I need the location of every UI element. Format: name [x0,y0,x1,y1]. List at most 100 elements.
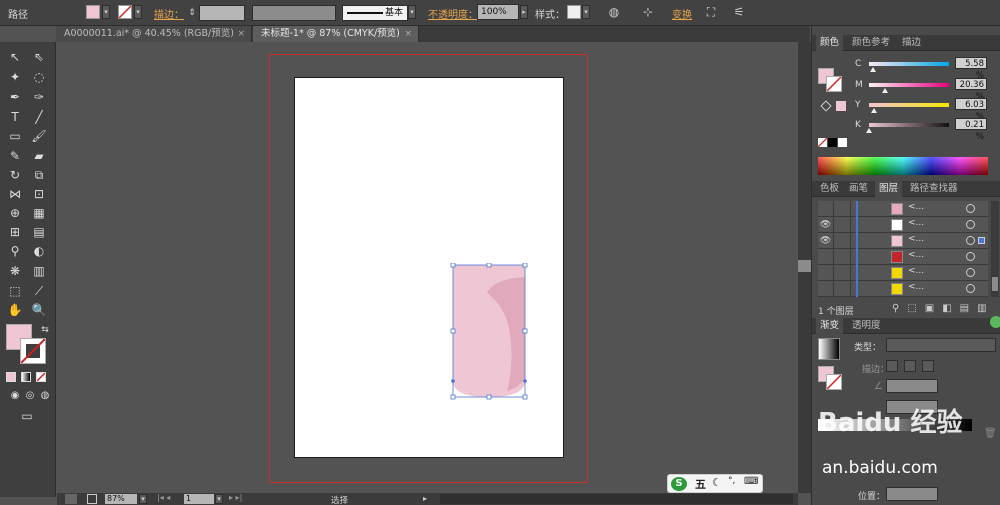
layer-row[interactable]: <... [818,249,988,265]
artboard-tool-icon[interactable]: ⬚ [6,283,24,299]
transform-link[interactable]: 变换 [672,6,692,21]
tab-color[interactable]: 颜色 [816,35,844,51]
eyedropper-tool-icon[interactable]: ⚲ [6,243,24,259]
stroke-dropdown[interactable]: ▾ [134,5,142,19]
tab-swatches[interactable]: 色板 [816,181,843,197]
gradient-angle-field[interactable] [886,379,938,393]
lock-toggle[interactable] [835,265,851,281]
target-icon[interactable] [966,252,975,261]
graphic-style-swatch[interactable] [567,5,581,19]
draw-inside-icon[interactable]: ◍ [36,388,54,404]
channel-k-value[interactable]: 0.21 % [955,118,987,142]
visibility-toggle[interactable] [818,249,834,265]
swap-colors-icon[interactable]: ⇆ [36,322,54,338]
variable-width-field[interactable] [252,5,336,21]
close-icon[interactable]: × [237,26,245,42]
channel-k-slider[interactable] [869,123,949,127]
zoom-field[interactable]: 87% [105,494,137,504]
tab-pathfinder[interactable]: 路径查找器 [906,181,962,197]
visibility-toggle[interactable] [818,201,834,217]
moon-icon[interactable]: ☾ [712,476,722,489]
vertical-scroll-thumb[interactable] [798,260,811,272]
tab-gradient[interactable]: 渐变 [816,318,844,334]
channel-y-value[interactable]: 6.03 % [955,98,987,122]
gamut-swatch[interactable] [836,101,846,111]
lock-toggle[interactable] [835,233,851,249]
gradient-type-select[interactable] [886,338,996,352]
fill-dropdown[interactable]: ▾ [102,5,110,19]
magic-wand-tool-icon[interactable]: ✦ [6,69,24,85]
symbol-sprayer-tool-icon[interactable]: ❋ [6,263,24,279]
stroke-weight-field[interactable] [199,5,245,21]
gradient-position-field[interactable] [886,487,938,501]
rotate-tool-icon[interactable]: ↻ [6,167,24,183]
tab-untitled-1[interactable]: 未标题-1* @ 87% (CMYK/预览) × [253,26,419,42]
layer-row[interactable]: 👁 <... [818,233,988,249]
isolate-icon[interactable]: ⛶ [703,4,719,20]
zoom-dropdown[interactable]: ▾ [139,494,147,504]
stroke-swatch[interactable] [118,5,132,19]
collapse-panel-icon[interactable] [990,316,1000,328]
channel-c-value[interactable]: 5.58 % [955,57,987,81]
workspace-icon[interactable] [65,494,77,504]
channel-k-thumb[interactable] [866,128,873,133]
opacity-dropdown[interactable]: ▸ [520,5,528,19]
selected-cup-shape[interactable] [449,263,529,401]
layers-scrollbar[interactable] [991,201,999,297]
selection-indicator[interactable] [978,237,985,244]
mesh-tool-icon[interactable]: ⊞ [6,224,24,240]
lock-toggle[interactable] [835,201,851,217]
channel-y-slider[interactable] [869,103,949,107]
opacity-link[interactable]: 不透明度： [428,6,478,21]
export-icon[interactable] [87,494,97,504]
fill-swatch[interactable] [86,5,100,19]
canvas-area[interactable] [57,42,798,493]
target-icon[interactable] [966,204,975,213]
layer-row[interactable]: 👁 <... [818,217,988,233]
status-arrow-icon[interactable]: ▸ [423,494,427,503]
horizontal-scrollbar[interactable] [440,494,793,504]
visibility-toggle[interactable] [818,281,834,297]
color-stroke-box[interactable] [826,76,842,92]
ime-toolbar[interactable]: S 五 ☾ °, ⌨ [667,474,763,493]
layers-footer-icons[interactable]: ⚲⬚▣◧▤▥ [892,303,995,314]
none-swatch[interactable] [818,138,827,147]
visibility-toggle[interactable]: 👁 [818,233,834,249]
line-tool-icon[interactable]: ╱ [30,109,48,125]
black-swatch[interactable] [828,138,837,147]
tab-color-guide[interactable]: 颜色参考 [848,35,894,51]
lock-toggle[interactable] [835,249,851,265]
target-icon[interactable] [966,220,975,229]
stroke-stepper-icon[interactable]: ⇕ [184,5,200,21]
gradient-stroke-box[interactable] [826,374,842,390]
gradient-mode-icon[interactable] [21,372,31,382]
color-mode-icon[interactable] [6,372,16,382]
channel-c-slider[interactable] [869,62,949,66]
recolor-icon[interactable]: ◍ [606,4,622,20]
direct-selection-tool-icon[interactable]: ⇖ [30,49,48,65]
keyboard-icon[interactable]: ⌨ [744,476,758,487]
next-artboard-icon[interactable]: ▸ ▸| [229,493,242,502]
graphic-style-dropdown[interactable]: ▾ [582,5,590,19]
blend-tool-icon[interactable]: ◐ [30,243,48,259]
curvature-tool-icon[interactable]: ✑ [30,89,48,105]
screen-mode-icon[interactable]: ▭ [18,408,36,424]
rectangle-tool-icon[interactable]: ▭ [6,128,24,144]
slice-tool-icon[interactable]: ⟋ [30,283,48,299]
tab-a0000011[interactable]: A0000011.ai* @ 40.45% (RGB/预览) × [56,26,252,42]
channel-m-value[interactable]: 20.36 % [955,78,987,102]
target-icon[interactable] [966,236,975,245]
close-icon[interactable]: × [404,26,412,42]
channel-m-thumb[interactable] [882,88,889,93]
gradient-preview[interactable] [818,338,840,360]
first-artboard-icon[interactable]: |◂ ◂ [157,493,170,502]
selection-tool-icon[interactable]: ↖ [6,49,24,65]
pen-tool-icon[interactable]: ✒ [6,89,24,105]
punctuation-icon[interactable]: °, [728,476,735,486]
layer-row[interactable]: <... [818,281,988,297]
lock-toggle[interactable] [835,217,851,233]
stroke-link[interactable]: 描边： [154,6,184,21]
ime-mode-label[interactable]: 五 [695,476,706,492]
column-graph-tool-icon[interactable]: ▥ [30,263,48,279]
paintbrush-tool-icon[interactable]: 🖌 [30,128,48,144]
